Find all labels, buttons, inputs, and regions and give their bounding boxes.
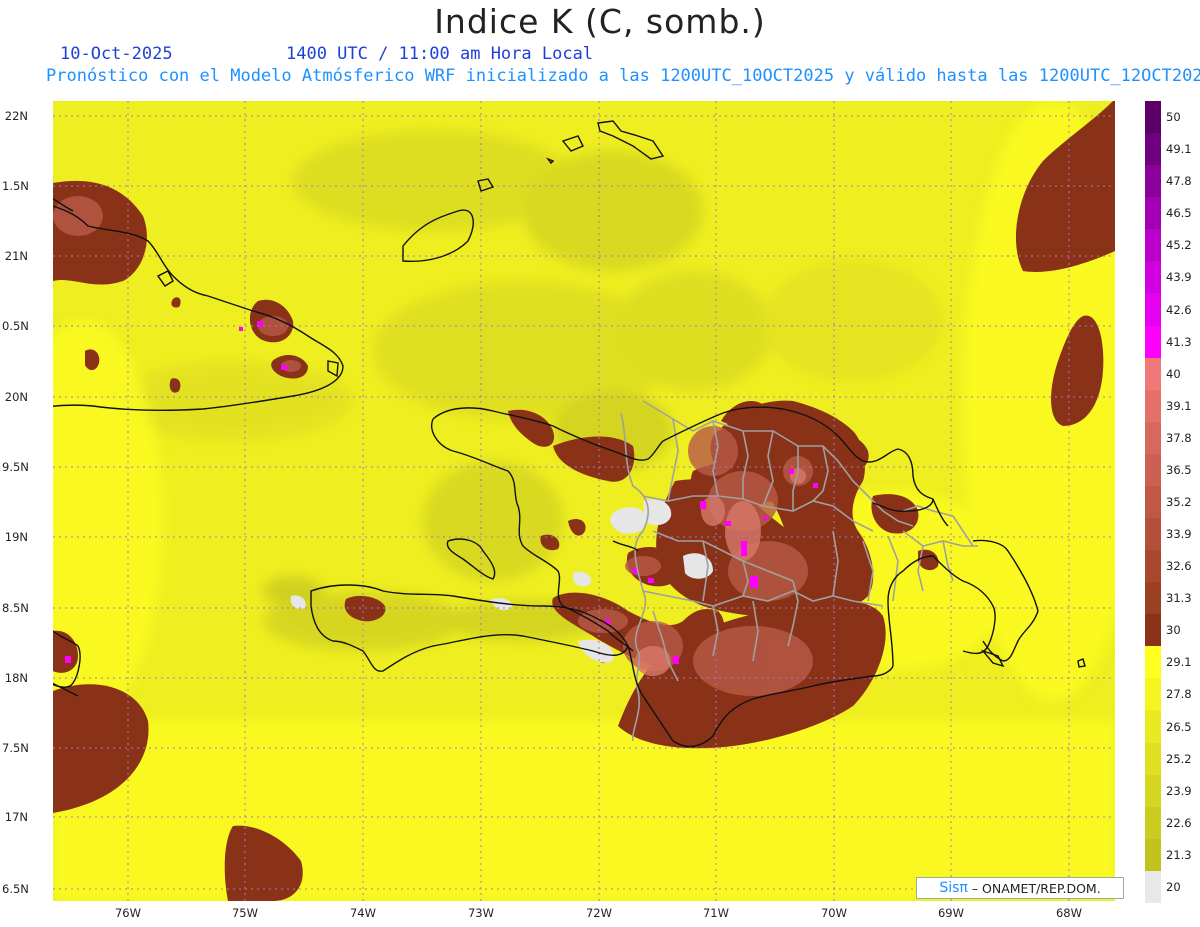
colorbar-swatch [1145,165,1161,198]
colorbar-swatch [1145,389,1161,422]
colorbar-swatch [1145,742,1161,775]
credit-box: Sisπ – ONAMET/REP.DOM. [916,877,1124,899]
lon-label: 74W [349,906,376,920]
colorbar-label: 32.6 [1166,559,1192,574]
lat-label: 19N [4,530,28,544]
colorbar-swatch [1145,421,1161,454]
colorbar-swatch [1145,774,1161,807]
colorbar-swatch [1145,197,1161,230]
colorbar-swatch [1145,838,1161,871]
colorbar-swatch [1145,101,1161,134]
lat-label: 22N [4,109,28,123]
colorbar-label: 20 [1166,879,1181,894]
lat-label: 9.5N [2,460,29,474]
colorbar-swatch [1145,678,1161,711]
colorbar-swatch [1145,453,1161,486]
lon-label: 69W [937,906,964,920]
lon-label: 70W [820,906,847,920]
colorbar-label: 47.8 [1166,174,1192,189]
colorbar-label: 50 [1166,110,1181,125]
colorbar-label: 27.8 [1166,687,1192,702]
colorbar-label: 40 [1166,366,1181,381]
lat-label: 21N [4,249,28,263]
lat-label: 0.5N [2,319,29,333]
colorbar-label: 37.8 [1166,430,1192,445]
credit-text: – ONAMET/REP.DOM. [971,880,1101,896]
colorbar-label: 43.9 [1166,270,1192,285]
colorbar-label: 45.2 [1166,238,1192,253]
colorbar-swatch [1145,646,1161,679]
colorbar-swatch [1145,485,1161,519]
k-index-map [53,101,1115,901]
colorbar-label: 22.6 [1166,815,1192,830]
colorbar-label: 35.2 [1166,495,1192,509]
colorbar-swatch [1145,133,1161,166]
lat-label: 6.5N [2,882,29,896]
lat-label: 8.5N [2,601,29,615]
colorbar [1145,101,1161,903]
lon-label: 68W [1055,906,1082,920]
colorbar-label: 46.5 [1166,206,1192,221]
colorbar-label: 29.1 [1166,655,1192,670]
colorbar-swatch [1145,293,1161,326]
colorbar-label: 41.3 [1166,334,1192,349]
colorbar-label: 36.5 [1166,462,1192,477]
lon-label: 75W [231,906,258,920]
colorbar-label: 30 [1166,623,1181,638]
lat-label: 20N [4,390,28,404]
lon-label: 72W [585,906,612,920]
colorbar-swatch [1145,229,1161,262]
colorbar-swatch [1145,261,1161,294]
colorbar-swatch [1145,710,1161,743]
colorbar-swatch [1145,357,1161,390]
lat-label: 1.5N [2,179,29,193]
colorbar-label: 21.3 [1166,847,1192,862]
lat-label: 18N [4,671,28,685]
colorbar-label: 25.2 [1166,751,1192,766]
lon-label: 73W [467,906,494,920]
date-label: 10-Oct-2025 [60,44,173,64]
colorbar-swatch [1145,582,1161,615]
lat-label: 17N [4,810,28,824]
model-subtitle: Pronóstico con el Modelo Atmósferico WRF… [46,66,1200,86]
colorbar-swatch [1145,518,1161,551]
colorbar-swatch [1145,550,1161,583]
colorbar-swatch [1145,806,1161,839]
colorbar-label: 49.1 [1166,142,1192,157]
colorbar-label: 42.6 [1166,302,1192,317]
lat-label: 7.5N [2,741,29,755]
colorbar-label: 26.5 [1166,719,1192,734]
colorbar-label: 31.3 [1166,591,1192,606]
colorbar-swatch [1145,870,1161,903]
sispi-logo: Sisπ [939,880,968,896]
lon-label: 71W [702,906,729,920]
time-label: 1400 UTC / 11:00 am Hora Local [286,44,594,64]
colorbar-label: 39.1 [1166,398,1192,413]
colorbar-swatch [1145,614,1161,647]
map-title: Indice K (C, somb.) [434,2,766,41]
colorbar-label: 33.9 [1166,527,1192,542]
lon-label: 76W [114,906,141,920]
colorbar-label: 23.9 [1166,783,1192,798]
colorbar-swatch [1145,325,1161,358]
